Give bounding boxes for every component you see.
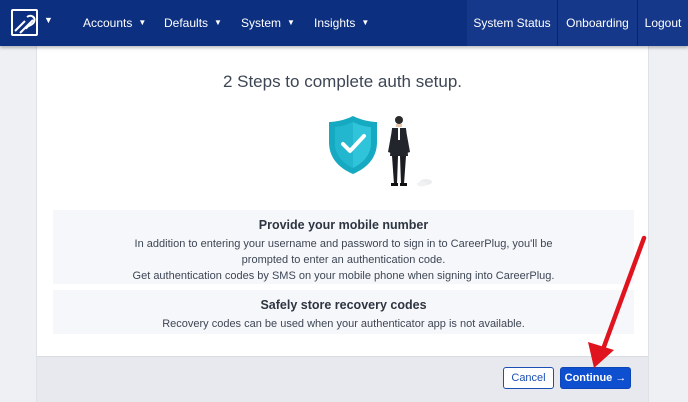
step-mobile-number: Provide your mobile number In addition t… (53, 210, 634, 284)
step-recovery-codes: Safely store recovery codes Recovery cod… (53, 290, 634, 334)
chevron-down-icon: ▼ (44, 14, 53, 25)
step-title: Safely store recovery codes (260, 298, 427, 312)
shield-check-icon (329, 116, 377, 174)
chevron-down-icon: ▼ (138, 17, 147, 27)
step-description: prompted to enter an authentication code… (241, 254, 446, 266)
step-title: Provide your mobile number (258, 218, 429, 232)
chevron-down-icon: ▼ (214, 17, 222, 27)
person-icon (388, 116, 410, 186)
logo-menu[interactable]: ▼ (11, 9, 53, 36)
nav-menu-label: Accounts (83, 16, 133, 30)
nav-menu-system[interactable]: System ▼ (241, 0, 295, 46)
auth-setup-card: 2 Steps to complete auth setup. Provide … (36, 46, 649, 402)
top-navbar: ▼ Accounts ▼ Defaults ▼ System ▼ Insight… (0, 0, 688, 46)
step-description: Get authentication codes by SMS on your … (132, 270, 555, 282)
nav-link-label: Logout (644, 16, 682, 30)
nav-onboarding[interactable]: Onboarding (558, 0, 637, 46)
card-footer: Cancel Continue → (37, 356, 648, 402)
nav-link-label: Onboarding (566, 16, 629, 30)
nav-system-status[interactable]: System Status (467, 0, 557, 46)
nav-menu-label: Defaults (164, 16, 209, 30)
page-title: 2 Steps to complete auth setup. (222, 72, 463, 91)
chevron-down-icon: ▼ (287, 17, 295, 27)
careerplug-logo-icon (11, 9, 38, 36)
nav-logout[interactable]: Logout (638, 0, 688, 46)
nav-menu-accounts[interactable]: Accounts ▼ (83, 0, 146, 46)
nav-menu-label: System (241, 16, 282, 30)
chevron-down-icon: ▼ (361, 17, 370, 27)
security-illustration (323, 112, 463, 192)
nav-menu-insights[interactable]: Insights ▼ (314, 0, 369, 46)
cancel-button[interactable]: Cancel (503, 367, 554, 389)
nav-menu-label: Insights (314, 16, 356, 30)
step-description: Recovery codes can be used when your aut… (162, 318, 525, 330)
cloud-icon (417, 179, 432, 187)
continue-button[interactable]: Continue → (560, 367, 631, 389)
step-description: In addition to entering your username an… (134, 238, 553, 250)
nav-link-label: System Status (473, 16, 551, 30)
nav-menu-defaults[interactable]: Defaults ▼ (164, 0, 222, 46)
